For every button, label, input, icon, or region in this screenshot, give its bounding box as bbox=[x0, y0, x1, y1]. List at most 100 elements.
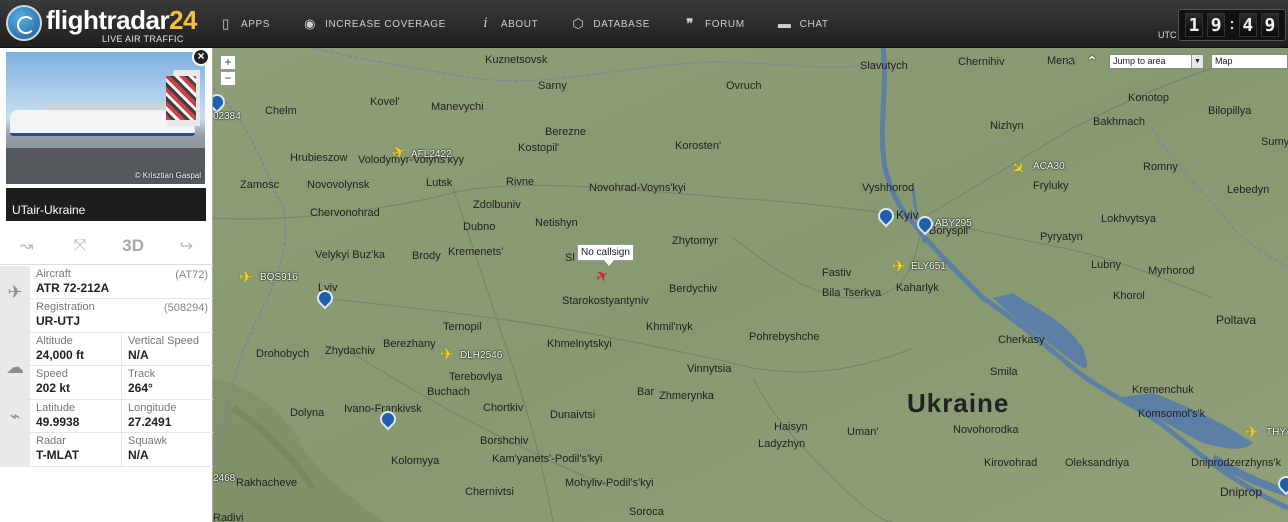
callsign-label[interactable]: 02384 bbox=[213, 111, 241, 122]
nav-about[interactable]: i ABOUT bbox=[472, 0, 544, 48]
city-label: Romny bbox=[1143, 161, 1178, 173]
radar-dish-icon: ⌁ bbox=[9, 406, 21, 426]
city-label: Slavutych bbox=[860, 60, 908, 72]
aircraft-icon[interactable]: ✈ bbox=[1243, 424, 1261, 442]
city-label: Manevychi bbox=[431, 101, 484, 113]
city-label: Drohobych bbox=[256, 348, 310, 360]
city-label: Kremenchuk bbox=[1132, 384, 1194, 396]
collapse-up-icon[interactable]: ⌃ bbox=[1087, 54, 1097, 68]
city-label: Netishyn bbox=[535, 217, 578, 229]
city-label: Zamosc bbox=[240, 179, 280, 191]
nav-forum[interactable]: ❞ FORUM bbox=[676, 0, 751, 48]
info-icon: i bbox=[483, 16, 489, 31]
callsign-label[interactable]: ABY295 bbox=[935, 218, 972, 229]
share-button[interactable]: ↪ bbox=[160, 227, 213, 264]
aircraft-photo[interactable]: © Krisztian Gaspal bbox=[6, 52, 205, 184]
center-button[interactable]: ⤧ bbox=[53, 227, 106, 264]
flight-map[interactable]: + − « ⌃ Jump to area ▼ Map Chelm Kovel' … bbox=[213, 48, 1288, 522]
aircraft-type: ATR 72-212A bbox=[36, 281, 110, 295]
callsign-label[interactable]: AFL2422 bbox=[411, 149, 452, 160]
city-label: Oleksandriya bbox=[1065, 457, 1130, 469]
zoom-controls: + − bbox=[220, 55, 236, 86]
utc-clock: 1 9 : 4 9 bbox=[1178, 9, 1286, 41]
city-label: Bila Tserkva bbox=[822, 287, 882, 299]
position-section: ⌁ Latitude 49.9938 Longitude 27.2491 Rad… bbox=[0, 400, 213, 467]
3d-view-button[interactable]: 3D bbox=[107, 227, 160, 264]
nav-increase-coverage[interactable]: ◉ INCREASE COVERAGE bbox=[296, 0, 452, 48]
city-label: Radivi bbox=[213, 512, 244, 522]
radar-field: Radar T-MLAT bbox=[36, 435, 80, 462]
route-button[interactable]: ↝ bbox=[0, 227, 53, 264]
top-bar: flightradar24 LIVE AIR TRAFFIC ▯ APPS ◉ … bbox=[0, 0, 1288, 48]
logo[interactable]: flightradar24 LIVE AIR TRAFFIC bbox=[6, 3, 197, 45]
city-label: Kolomyya bbox=[391, 455, 440, 467]
city-label: Khorol bbox=[1113, 290, 1145, 302]
jump-to-area-select[interactable]: Jump to area ▼ bbox=[1109, 54, 1204, 69]
aircraft-icon[interactable]: ✈ bbox=[237, 269, 255, 287]
main-nav: ▯ APPS ◉ INCREASE COVERAGE i ABOUT ⬡ DAT… bbox=[212, 0, 855, 48]
city-label: Borshchiv bbox=[480, 435, 529, 447]
city-label: Bilopillya bbox=[1208, 105, 1252, 117]
map-pin-icon[interactable] bbox=[878, 208, 890, 222]
city-label: Starokostyantyniv bbox=[562, 295, 649, 307]
city-label: Kirovohrad bbox=[984, 457, 1038, 469]
nav-database[interactable]: ⬡ DATABASE bbox=[564, 0, 656, 48]
city-label: Hrubieszow bbox=[290, 152, 348, 164]
city-label: Fryluky bbox=[1033, 180, 1069, 192]
callsign-label[interactable]: BQS916 bbox=[260, 272, 298, 283]
logo-subtitle: LIVE AIR TRAFFIC bbox=[102, 34, 184, 44]
callsign-label[interactable]: ACA30 bbox=[1033, 161, 1065, 172]
city-label: Konotop bbox=[1128, 92, 1169, 104]
city-label: Nizhyn bbox=[990, 120, 1024, 132]
registration-value: UR-UTJ bbox=[36, 314, 80, 328]
aircraft-icon[interactable]: ✈ bbox=[438, 346, 456, 364]
city-label: Buchach bbox=[427, 386, 470, 398]
map-pin-icon[interactable] bbox=[380, 411, 392, 425]
aircraft-section: ✈ Aircraft (AT72) ATR 72-212A Registrati… bbox=[0, 266, 213, 333]
clock-separator: : bbox=[1229, 16, 1235, 33]
photo-credit: © Krisztian Gaspal bbox=[134, 171, 201, 180]
city-label: Rakhacheve bbox=[236, 477, 298, 489]
logo-text: flightradar24 bbox=[46, 5, 197, 35]
callsign-label[interactable]: 2468 bbox=[213, 473, 235, 484]
vertical-speed-field: Vertical Speed N/A bbox=[121, 333, 213, 365]
country-label: Ukraine bbox=[907, 388, 1010, 418]
city-label: Zdolbuniv bbox=[473, 199, 521, 211]
track-field: Track 264° bbox=[121, 366, 213, 399]
flight-info-panel: © Krisztian Gaspal × UTair-Ukraine ↝ ⤧ 3… bbox=[0, 48, 213, 522]
city-label: Zhmerynka bbox=[659, 390, 715, 402]
callsign-label[interactable]: THY4 bbox=[1266, 427, 1288, 438]
performance-section: ☁ Altitude 24,000 ft Vertical Speed N/A bbox=[0, 333, 213, 400]
map-type-select[interactable]: Map bbox=[1211, 54, 1288, 69]
zoom-in-button[interactable]: + bbox=[220, 55, 236, 70]
latitude-field: Latitude 49.9938 bbox=[36, 402, 80, 429]
map-pin-icon[interactable] bbox=[317, 290, 329, 304]
city-label: Velykyi Buz'ka bbox=[315, 249, 385, 261]
zoom-out-button[interactable]: − bbox=[220, 71, 236, 86]
map-pin-icon[interactable] bbox=[917, 216, 929, 230]
city-label: Komsomol's'k bbox=[1138, 408, 1206, 420]
quote-icon: ❞ bbox=[686, 16, 694, 31]
city-label: Korosten' bbox=[675, 140, 722, 152]
aircraft-icon[interactable]: ✈ bbox=[890, 258, 908, 276]
nav-apps[interactable]: ▯ APPS bbox=[212, 0, 276, 48]
city-label: Lokhvytsya bbox=[1101, 213, 1157, 225]
city-label: Berezne bbox=[545, 126, 586, 138]
airline-name: UTair-Ukraine bbox=[6, 188, 206, 221]
map-pin-icon[interactable] bbox=[213, 94, 221, 108]
phone-icon: ▯ bbox=[222, 16, 230, 31]
city-label: Kostopil' bbox=[518, 142, 560, 154]
city-label: Ladyzhyn bbox=[758, 438, 806, 450]
map-pin-icon[interactable] bbox=[1278, 476, 1288, 490]
utc-label: UTC bbox=[1158, 30, 1177, 40]
close-panel-button[interactable]: × bbox=[192, 48, 210, 66]
route-icon: ↝ bbox=[19, 237, 34, 255]
callsign-label[interactable]: ELY651 bbox=[911, 261, 946, 272]
city-label: Zhydachiv bbox=[325, 345, 376, 357]
callsign-label[interactable]: DLH2546 bbox=[460, 350, 502, 361]
city-label: Berezhany bbox=[383, 338, 436, 350]
city-label-capital: Kyiv bbox=[896, 208, 919, 222]
city-label: Mena bbox=[1047, 55, 1075, 67]
nav-chat[interactable]: ▬ CHAT bbox=[771, 0, 835, 48]
city-label: Chernihiv bbox=[958, 56, 1005, 68]
